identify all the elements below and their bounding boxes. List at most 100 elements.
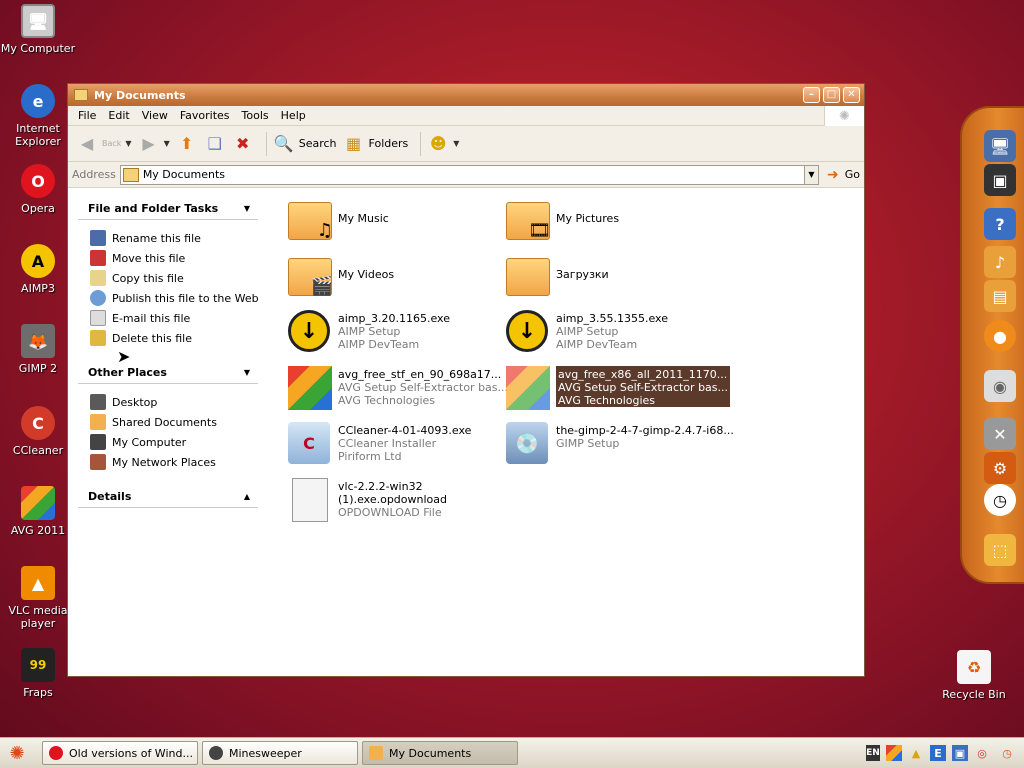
expand-icon[interactable]: ▲: [244, 492, 250, 501]
file-item-avg-free-stf[interactable]: avg_free_stf_en_90_698a17... AVG Setup S…: [288, 366, 508, 412]
file-item-downloads[interactable]: Загрузки: [506, 254, 609, 300]
desktop-icon-opera[interactable]: O Opera: [0, 164, 76, 215]
file-item-ccleaner[interactable]: C CCleaner-4-01-4093.exe CCleaner Instal…: [288, 422, 471, 468]
desktop-icon-avg2011[interactable]: AVG 2011: [0, 486, 76, 537]
file-item-aimp-3-55[interactable]: ↓ aimp_3.55.1355.exe AIMP Setup AIMP Dev…: [506, 310, 668, 356]
minimize-button[interactable]: –: [803, 87, 820, 103]
place-my-network-places[interactable]: My Network Places: [90, 452, 264, 472]
music-folder-icon[interactable]: ♪: [984, 246, 1016, 278]
menu-bar: File Edit View Favorites Tools Help ✺: [68, 106, 864, 126]
file-view: ♫ My Music 🎞 My Pictures 🎬 My Videos Заг…: [264, 190, 864, 676]
move-to-button[interactable]: ❑: [204, 133, 226, 155]
task-rename[interactable]: Rename this file: [90, 228, 264, 248]
chevron-down-icon[interactable]: ▼: [164, 139, 170, 148]
clock-tray-icon[interactable]: ◷: [996, 745, 1018, 761]
task-publish[interactable]: Publish this file to the Web: [90, 288, 264, 308]
file-name: the-gimp-2-4-7-gimp-2.4.7-i68...: [556, 424, 734, 437]
address-input[interactable]: My Documents ▼: [119, 164, 819, 185]
file-item-my-videos[interactable]: 🎬 My Videos: [288, 254, 394, 300]
menu-tools[interactable]: Tools: [236, 109, 275, 122]
language-indicator[interactable]: EN: [866, 745, 880, 761]
task-move[interactable]: Move this file: [90, 248, 264, 268]
task-delete[interactable]: Delete this file: [90, 328, 264, 348]
avg-setup-icon: [506, 366, 550, 410]
settings-gear-icon[interactable]: ⚙: [984, 452, 1016, 484]
file-item-aimp-3-20[interactable]: ↓ aimp_3.20.1165.exe AIMP Setup AIMP Dev…: [288, 310, 450, 356]
menu-edit[interactable]: Edit: [102, 109, 135, 122]
trash-icon[interactable]: ⬚: [984, 534, 1016, 566]
ccleaner-installer-icon: C: [288, 422, 330, 464]
taskbar-item-my-documents[interactable]: My Documents: [362, 741, 518, 765]
help-icon[interactable]: ?: [984, 208, 1016, 240]
chevron-down-icon[interactable]: ▼: [453, 139, 459, 148]
close-button[interactable]: ✕: [843, 87, 860, 103]
search-icon: 🔍: [273, 134, 294, 153]
avg-tray-icon[interactable]: [886, 745, 902, 761]
collapse-icon[interactable]: ▼: [244, 204, 250, 213]
desktop-icon-aimp3[interactable]: A AIMP3: [0, 244, 76, 295]
views-button[interactable]: ☻ ▼: [427, 133, 460, 155]
aimp-tray-icon[interactable]: ▲: [908, 745, 924, 761]
clock-icon[interactable]: ◷: [984, 484, 1016, 516]
desktop-icon-label: AVG 2011: [10, 524, 66, 537]
menu-favorites[interactable]: Favorites: [174, 109, 236, 122]
forward-button[interactable]: ▶ ▼: [138, 133, 170, 155]
mouse-cursor-icon: ➤: [117, 347, 131, 366]
app-tray-icon[interactable]: ◎: [974, 745, 990, 761]
file-item-my-music[interactable]: ♫ My Music: [288, 198, 389, 244]
search-button[interactable]: 🔍 Search: [273, 133, 337, 155]
delete-button[interactable]: ✖: [232, 133, 254, 155]
e-tray-icon[interactable]: E: [930, 745, 946, 761]
browser-globe-icon[interactable]: ●: [984, 320, 1016, 352]
file-item-gimp[interactable]: 💿 the-gimp-2-4-7-gimp-2.4.7-i68... GIMP …: [506, 422, 734, 468]
task-email[interactable]: E-mail this file: [90, 308, 264, 328]
taskbar-item-minesweeper[interactable]: Minesweeper: [202, 741, 358, 765]
desktop-icon-internet-explorer[interactable]: e Internet Explorer: [0, 84, 76, 148]
up-button[interactable]: ⬆: [176, 133, 198, 155]
taskbar: ✺ Old versions of Wind... Minesweeper My…: [0, 737, 1024, 768]
file-item-my-pictures[interactable]: 🎞 My Pictures: [506, 198, 619, 244]
taskbar-item-opera[interactable]: Old versions of Wind...: [42, 741, 198, 765]
monitor-icon[interactable]: 🖥: [984, 130, 1016, 162]
details-header[interactable]: Details ▲: [78, 486, 258, 508]
other-places-header[interactable]: Other Places ▼: [78, 362, 258, 384]
place-shared-documents[interactable]: Shared Documents: [90, 412, 264, 432]
search-label: Search: [298, 137, 337, 150]
desktop-icon-recycle-bin[interactable]: ♻ Recycle Bin: [936, 650, 1012, 701]
computer-icon: 🖥: [21, 4, 55, 38]
file-name: vlc-2.2.2-win32: [338, 480, 423, 493]
desktop-icon-my-computer[interactable]: 🖥 My Computer: [0, 4, 76, 55]
desktop-icon-ccleaner[interactable]: C CCleaner: [0, 406, 76, 457]
title-bar[interactable]: My Documents – □ ✕: [68, 84, 864, 106]
file-folder-tasks-header[interactable]: File and Folder Tasks ▼: [78, 198, 258, 220]
delete-icon: [90, 330, 106, 346]
menu-help[interactable]: Help: [275, 109, 312, 122]
maximize-button[interactable]: □: [823, 87, 840, 103]
menu-view[interactable]: View: [136, 109, 174, 122]
desktop-icon-label: Internet Explorer: [15, 122, 61, 148]
folders-button[interactable]: ▦ Folders: [343, 133, 408, 155]
menu-file[interactable]: File: [72, 109, 102, 122]
network-tray-icon[interactable]: ▣: [952, 745, 968, 761]
pictures-folder-icon[interactable]: ▤: [984, 280, 1016, 312]
rename-icon: [90, 230, 106, 246]
desktop-icon-vlc[interactable]: ▲ VLC media player: [0, 566, 76, 630]
network-icon[interactable]: ▣: [984, 164, 1016, 196]
ipod-icon[interactable]: ◉: [984, 370, 1016, 402]
gimp-icon: 🦊: [21, 324, 55, 358]
start-button[interactable]: ✺: [4, 742, 30, 764]
file-item-avg-free-x86-selected[interactable]: avg_free_x86_all_2011_1170... AVG Setup …: [506, 366, 731, 412]
task-copy[interactable]: Copy this file: [90, 268, 264, 288]
chevron-down-icon[interactable]: ▼: [125, 139, 131, 148]
address-dropdown-icon[interactable]: ▼: [804, 165, 818, 184]
collapse-icon[interactable]: ▼: [244, 368, 250, 377]
place-my-computer[interactable]: My Computer: [90, 432, 264, 452]
file-item-vlc-opdownload[interactable]: vlc-2.2.2-win32 (1).exe.opdownload OPDOW…: [288, 478, 447, 524]
back-button[interactable]: ◀ Back ▼: [76, 133, 132, 155]
desktop-icon-fraps[interactable]: 99 Fraps: [0, 648, 76, 699]
tools-icon[interactable]: ✕: [984, 418, 1016, 450]
place-desktop[interactable]: Desktop: [90, 392, 264, 412]
go-button[interactable]: ➜ Go: [827, 167, 860, 183]
desktop-icon-gimp2[interactable]: 🦊 GIMP 2: [0, 324, 76, 375]
desktop-icon-label: Opera: [21, 202, 55, 215]
